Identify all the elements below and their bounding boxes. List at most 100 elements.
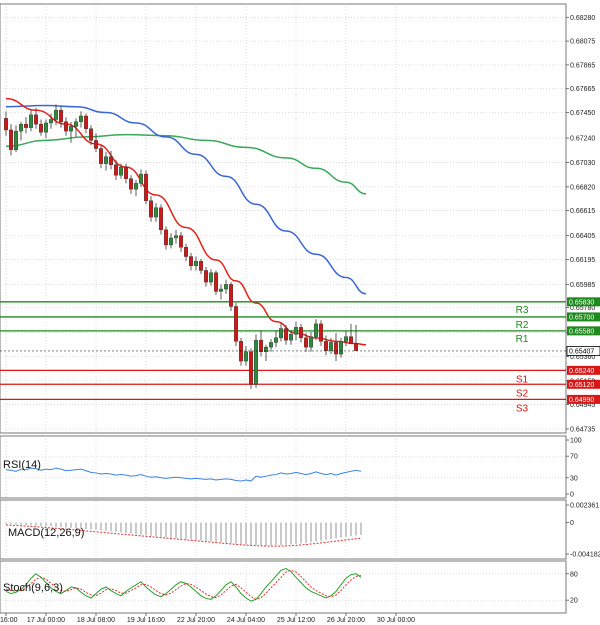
stochastic-title: Stoch(9,6,3) <box>3 582 63 594</box>
candle-bearish <box>83 115 88 129</box>
candle-bearish <box>123 166 128 179</box>
rsi-panel-frame <box>0 435 567 499</box>
stochastic-panel: 80 20 Stoch(9,6,3) <box>0 560 578 614</box>
current-price-tag: 0.65407 <box>569 348 594 355</box>
candle-bearish <box>319 323 324 342</box>
candle-bullish <box>269 342 274 348</box>
candle-bullish <box>279 328 284 339</box>
candle-bullish <box>208 272 213 283</box>
macd-title: MACD(12,26,9) <box>8 527 84 539</box>
main-ytick-label: 0.65985 <box>570 282 595 289</box>
forex-chart: 0.68280 0.68075 0.67865 0.67665 0.67450 0.672… <box>0 3 600 624</box>
candle-bullish <box>168 237 173 246</box>
level-tag-r3: 0.65830 <box>569 299 594 306</box>
main-ytick-label: 0.68280 <box>570 15 595 22</box>
candle-bearish <box>248 351 253 385</box>
candle-bullish <box>54 110 59 120</box>
candle-bearish <box>39 123 44 133</box>
candle-bearish <box>163 229 168 246</box>
time-label: 17 Jul 00:00 <box>27 617 65 624</box>
candle-bullish <box>193 260 198 267</box>
main-ytick-label: 0.66405 <box>570 233 595 240</box>
candle-bearish <box>183 247 188 257</box>
candle-bearish <box>3 118 8 131</box>
macd-panel: 0.002361 0 -0.004182 MACD(12,26,9) <box>0 499 600 560</box>
rsi-ytick-label: 70 <box>570 454 578 461</box>
main-ytick-label: 0.66195 <box>570 257 595 264</box>
rsi-panel: 100 70 30 0 RSI(14) <box>0 435 582 499</box>
candle-bullish <box>344 336 349 342</box>
main-ytick-label: 0.68075 <box>570 39 595 46</box>
candle-bearish <box>178 235 183 248</box>
level-tag-r1: 0.65580 <box>569 328 594 335</box>
candle-bearish <box>128 178 133 190</box>
time-label: 25 Jul 12:00 <box>277 617 315 624</box>
level-tag-s2: 0.65120 <box>569 382 594 389</box>
candle-bearish <box>324 341 329 351</box>
main-ytick-label: 0.66820 <box>570 184 595 191</box>
main-ytick-label: 0.66615 <box>570 208 595 215</box>
stoch-ytick-label: 20 <box>570 598 578 605</box>
main-ytick-label: 0.67865 <box>570 62 595 69</box>
level-name-r1: R1 <box>516 334 529 345</box>
time-label: 19 Jul 16:00 <box>127 617 165 624</box>
candle-bullish <box>314 323 319 337</box>
candle-bearish <box>203 270 208 283</box>
candle-bullish <box>253 339 258 385</box>
candle-bearish <box>228 284 233 307</box>
candle-bullish <box>138 173 143 184</box>
candle-bullish <box>289 334 294 341</box>
candle-bullish <box>153 207 158 218</box>
level-name-r2: R2 <box>516 320 529 331</box>
candle-bearish <box>93 140 98 149</box>
candle-bullish <box>29 114 34 128</box>
candle-bullish <box>73 121 78 127</box>
level-name-s2: S2 <box>516 388 529 399</box>
macd-y-axis: 0.002361 0 -0.004182 <box>566 503 600 559</box>
candle-bullish <box>294 327 299 335</box>
candle-bullish <box>103 156 108 164</box>
candle-bearish <box>304 337 309 348</box>
candle-bullish <box>173 235 178 239</box>
macd-panel-frame <box>0 499 567 560</box>
rsi-y-axis: 100 70 30 0 <box>566 438 582 499</box>
time-label: 24 Jul 04:00 <box>227 617 265 624</box>
candle-bullish <box>78 115 83 123</box>
level-name-r3: R3 <box>516 305 529 316</box>
candle-bearish <box>198 260 203 271</box>
macd-ytick-label: 0.002361 <box>570 503 599 510</box>
time-axis: 16:00 17 Jul 00:00 18 Jul 08:00 19 Jul 16:0… <box>0 613 415 624</box>
macd-ytick-label: 0 <box>570 520 574 527</box>
macd-ytick-label: -0.004182 <box>570 552 600 559</box>
candle-bearish <box>299 327 304 339</box>
candle-bearish <box>284 328 289 341</box>
main-ytick-label: 0.64735 <box>570 427 595 434</box>
candle-bearish <box>259 339 264 352</box>
level-tag-s1: 0.65240 <box>569 368 594 375</box>
candle-bullish <box>44 122 49 133</box>
candle-bullish <box>329 342 334 351</box>
candle-bearish <box>88 128 93 141</box>
candle-bearish <box>188 256 193 267</box>
candle-bearish <box>34 114 39 125</box>
candle-bearish <box>349 336 354 344</box>
time-label: 30 Jul 00:00 <box>377 617 415 624</box>
candle-bearish <box>143 173 148 201</box>
candle-bullish <box>68 126 73 132</box>
candle-bearish <box>98 148 103 164</box>
candle-bearish <box>8 129 13 150</box>
main-price-panel: 0.68280 0.68075 0.67865 0.67665 0.67450 0.672… <box>0 3 600 434</box>
main-ytick-label: 0.67240 <box>570 136 595 143</box>
candle-bullish <box>243 351 248 362</box>
candle-bearish <box>59 110 64 123</box>
level-name-s3: S3 <box>516 403 529 414</box>
rsi-ytick-label: 0 <box>570 492 574 499</box>
candle-bearish <box>113 164 118 176</box>
candle-bearish <box>334 342 339 355</box>
level-tag-s3: 0.64990 <box>569 397 594 404</box>
candle-bearish <box>213 272 218 292</box>
candle-bullish <box>339 341 344 355</box>
candle-bearish <box>24 123 29 128</box>
time-label: 26 Jul 20:00 <box>327 617 365 624</box>
candle-bullish <box>19 123 24 132</box>
